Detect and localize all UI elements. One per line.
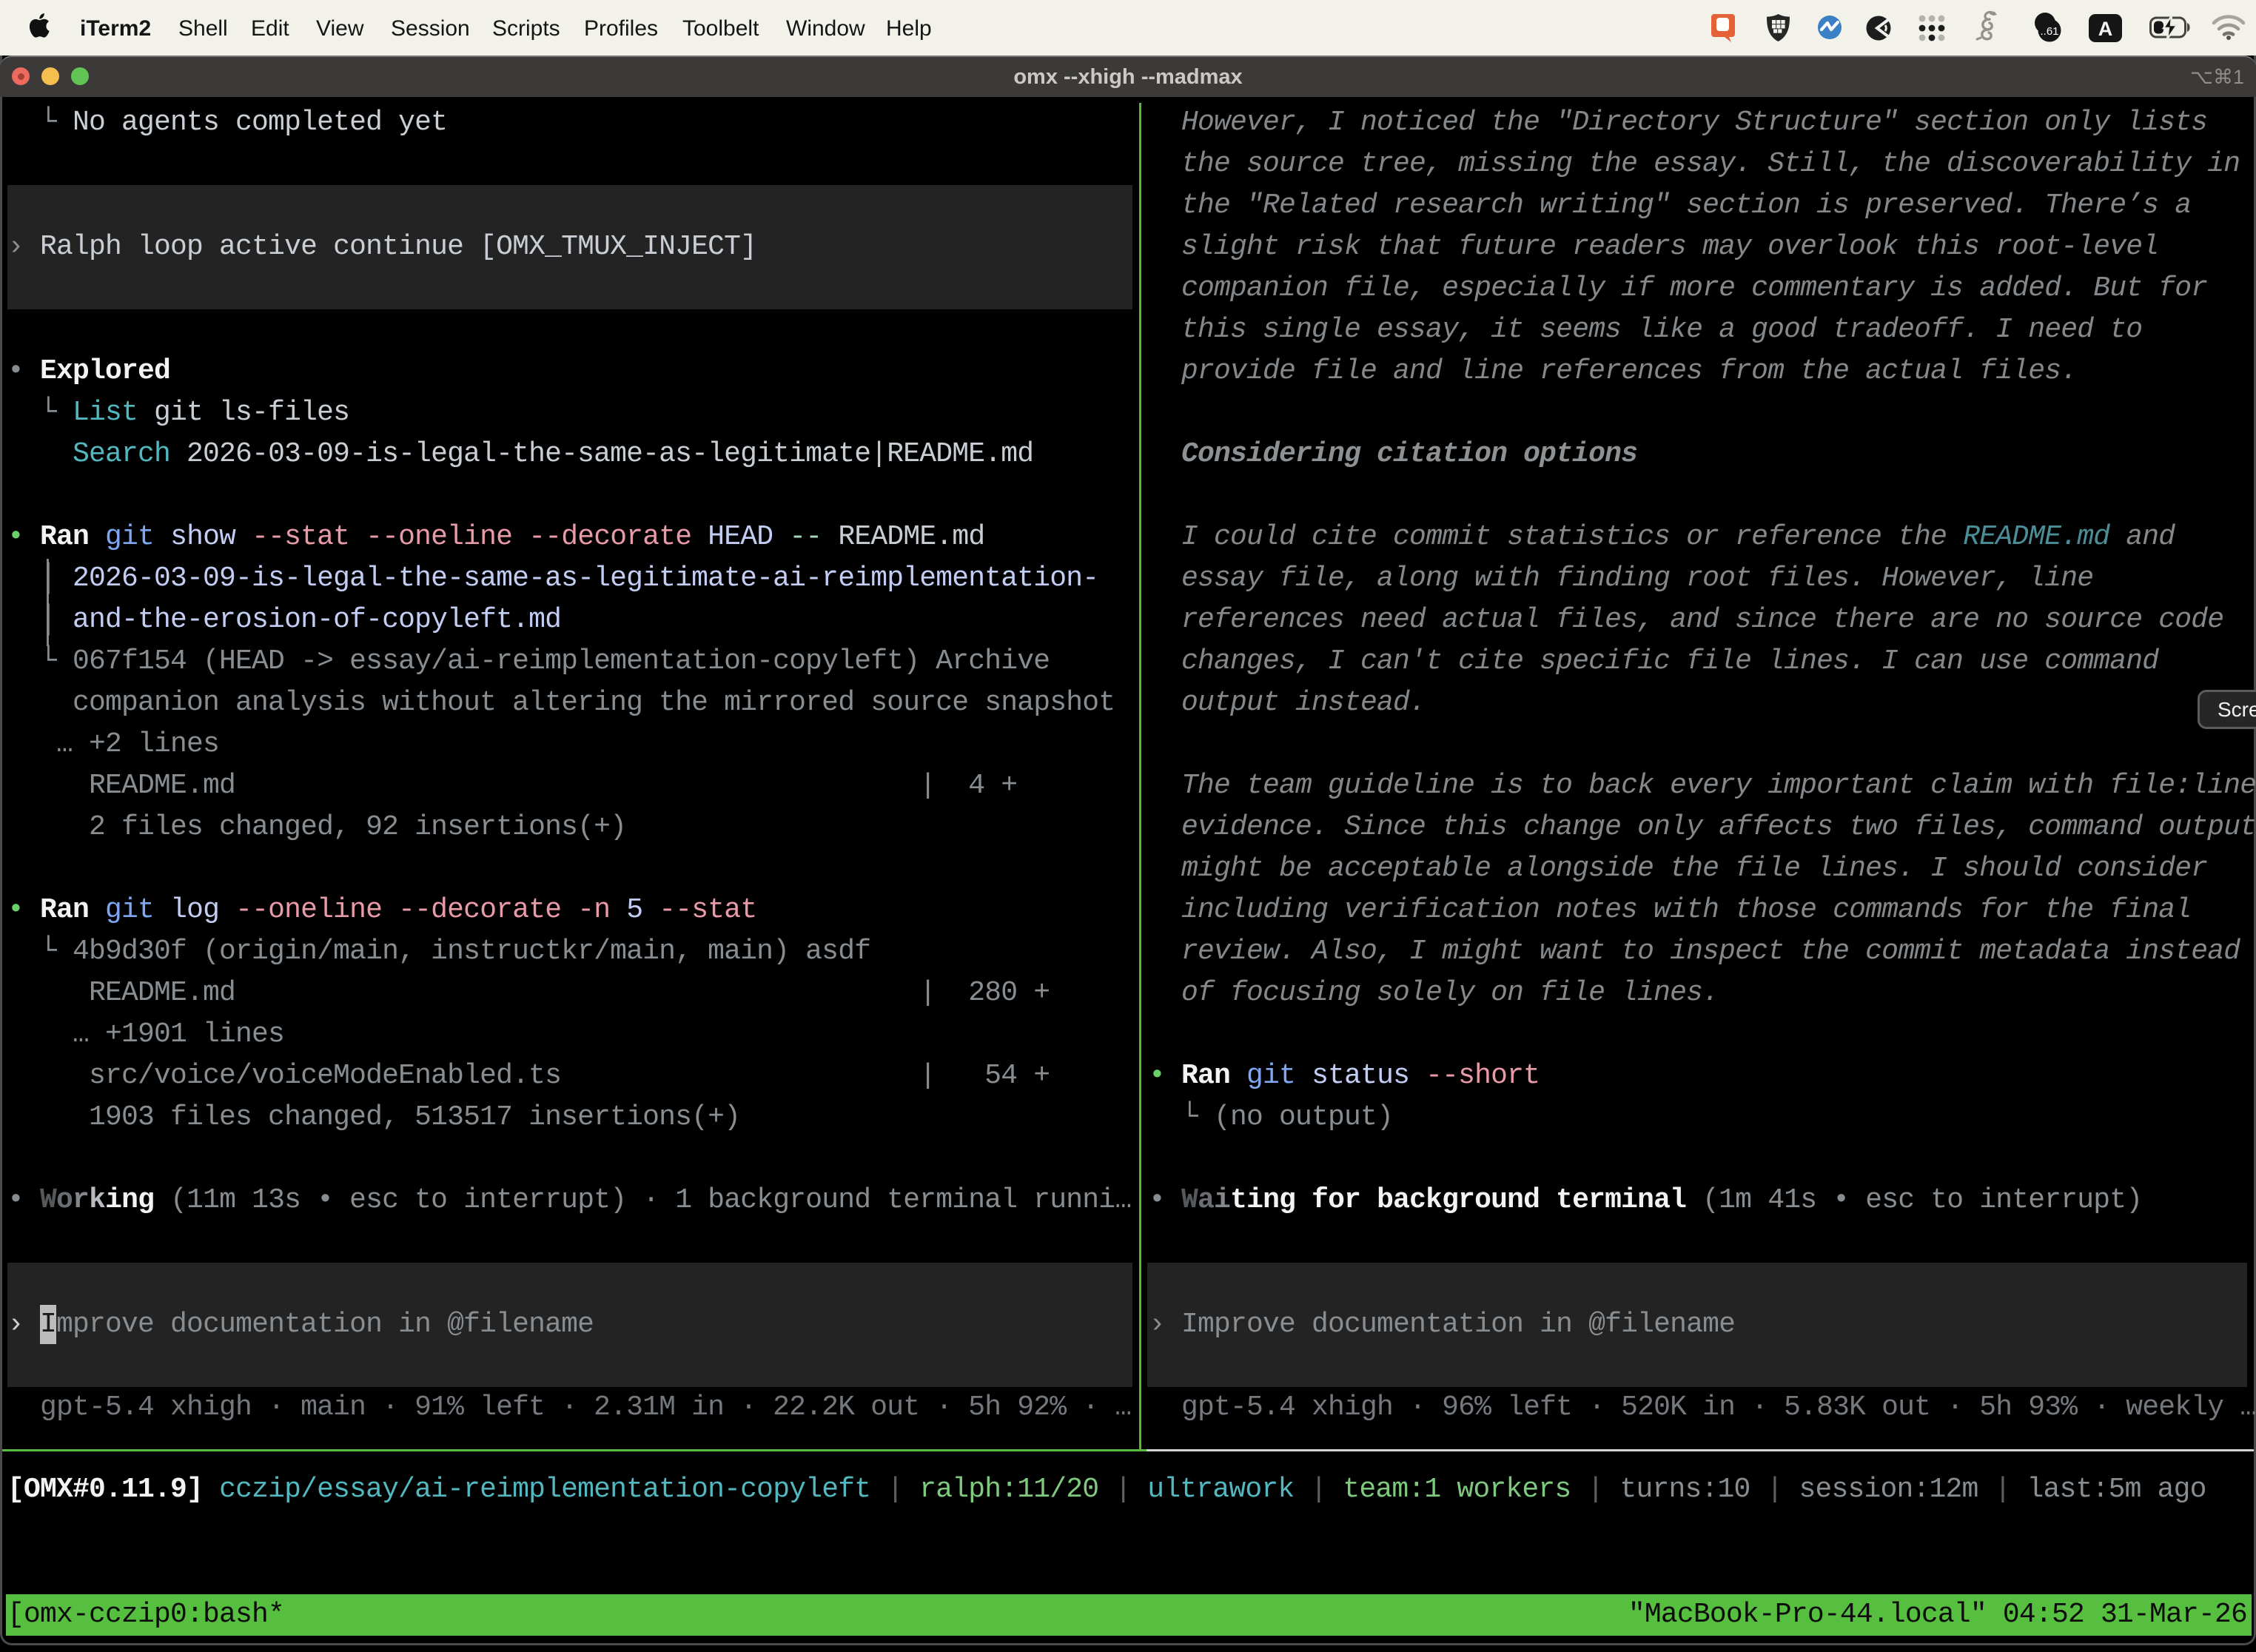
svg-text:A: A (2098, 18, 2113, 40)
svg-text:..61: ..61 (2040, 25, 2058, 38)
